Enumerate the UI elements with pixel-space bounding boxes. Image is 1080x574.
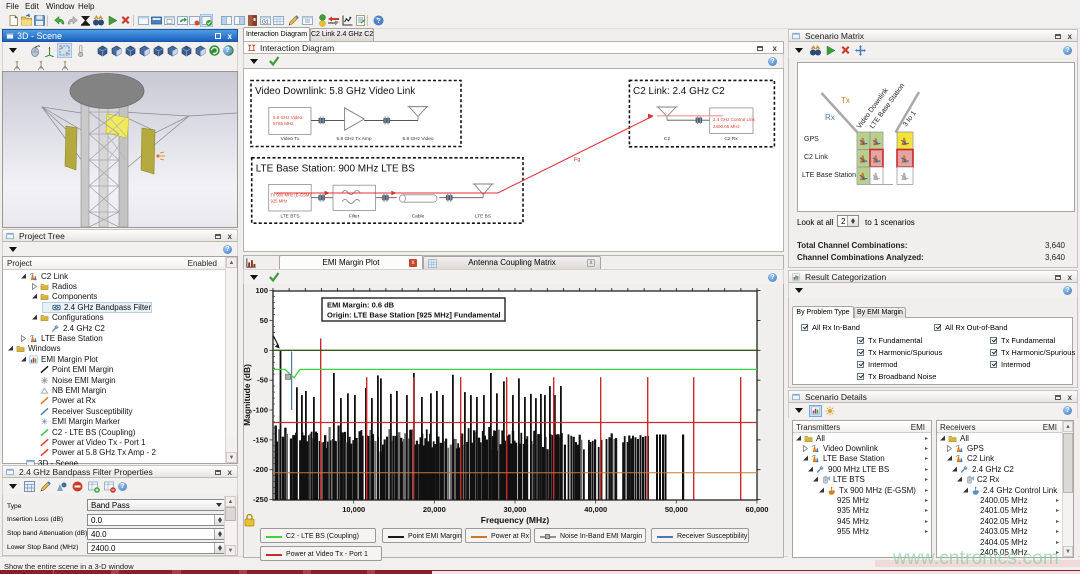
svg-text:20,000: 20,000 (423, 505, 446, 514)
svg-text:5.8 GHz Video: 5.8 GHz Video (402, 136, 433, 142)
svg-text:G1: G1 (262, 20, 269, 26)
svg-text:C2 Link: C2 Link (804, 154, 828, 161)
svg-text:Tx: Tx (841, 96, 850, 105)
svg-text:-50: -50 (257, 376, 268, 385)
svg-text:50,000: 50,000 (665, 505, 688, 514)
svg-text:50: 50 (260, 316, 268, 325)
svg-text:LTE BTS: LTE BTS (280, 214, 299, 220)
svg-text:Fg: Fg (574, 157, 580, 163)
svg-text:C2 Rx: C2 Rx (724, 136, 738, 142)
svg-text:-250: -250 (253, 495, 268, 504)
svg-text:C2: C2 (664, 136, 670, 142)
svg-text:Filter: Filter (349, 214, 360, 220)
svg-text:2400.05 MHz: 2400.05 MHz (713, 124, 741, 129)
svg-text:C2 Link: 2.4 GHz C2: C2 Link: 2.4 GHz C2 (633, 86, 725, 97)
svg-text:60,000: 60,000 (746, 505, 769, 514)
svg-text:?: ? (377, 18, 381, 25)
svg-text:Origin: LTE Base Station [925: Origin: LTE Base Station [925 MHz] Funda… (327, 311, 501, 320)
svg-text:EMI Margin: 0.6 dB: EMI Margin: 0.6 dB (327, 301, 395, 310)
svg-text:LTE Base Station: 900 MHz LTE: LTE Base Station: 900 MHz LTE BS (256, 164, 415, 175)
svg-text:Video Downlink: 5.8 GHz Video: Video Downlink: 5.8 GHz Video Link (255, 86, 416, 97)
svg-text:-200: -200 (253, 465, 268, 474)
svg-text:Video Tx: Video Tx (281, 136, 300, 142)
svg-text:925 MHz: 925 MHz (271, 199, 288, 204)
svg-text:Magnitude (dB): Magnitude (dB) (243, 364, 252, 426)
svg-text:5.8 GHz Video: 5.8 GHz Video (273, 115, 303, 120)
svg-text:Rx: Rx (825, 113, 835, 122)
svg-text:2.4 GHz Control Link: 2.4 GHz Control Link (713, 117, 756, 122)
svg-text:40,000: 40,000 (584, 505, 607, 514)
svg-text:100: 100 (255, 286, 268, 295)
svg-text:30,000: 30,000 (504, 505, 527, 514)
svg-text:-100: -100 (253, 406, 268, 415)
svg-text:-150: -150 (253, 435, 268, 444)
svg-text:0: 0 (264, 346, 268, 355)
svg-text:GPS: GPS (804, 136, 819, 143)
svg-text:Cable: Cable (412, 214, 425, 220)
svg-text:10,000: 10,000 (342, 505, 365, 514)
svg-text:5.8 GHz Tx Amp: 5.8 GHz Tx Amp (336, 136, 371, 142)
svg-text:LTE BS: LTE BS (475, 214, 491, 220)
svg-text:LTE Base Station: LTE Base Station (802, 172, 856, 179)
svg-text:Frequency (MHz): Frequency (MHz) (481, 515, 550, 525)
svg-text:5785 MHz: 5785 MHz (273, 121, 294, 126)
